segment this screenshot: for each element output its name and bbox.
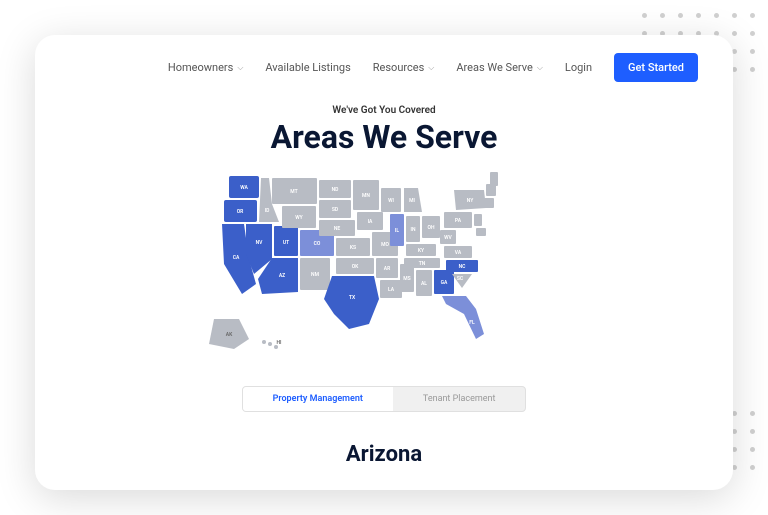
svg-text:MT: MT [290, 189, 297, 195]
svg-text:NY: NY [467, 198, 474, 204]
nav-label: Areas We Serve [456, 61, 532, 74]
svg-text:UT: UT [283, 240, 289, 246]
svg-text:OR: OR [237, 209, 244, 215]
service-tabs: Property Management Tenant Placement [35, 386, 733, 412]
svg-text:NC: NC [459, 264, 467, 270]
chevron-down-icon: ⌵ [237, 63, 243, 73]
svg-text:OH: OH [428, 225, 435, 231]
svg-text:CO: CO [314, 241, 321, 247]
nav-label: Available Listings [265, 61, 350, 74]
chevron-down-icon: ⌵ [537, 63, 543, 73]
svg-text:HI: HI [277, 340, 283, 346]
top-navigation: Homeowners ⌵ Available Listings Resource… [35, 35, 733, 100]
nav-homeowners[interactable]: Homeowners ⌵ [168, 61, 244, 74]
svg-text:MS: MS [403, 276, 410, 282]
svg-text:AR: AR [384, 266, 391, 272]
svg-text:SC: SC [457, 276, 464, 282]
us-map[interactable]: WA OR CA ID NV UT AZ MT WY CO NM ND SD N… [194, 164, 574, 374]
svg-text:ND: ND [332, 187, 340, 193]
svg-text:WV: WV [444, 235, 452, 241]
svg-text:WA: WA [240, 185, 248, 191]
nav-available-listings[interactable]: Available Listings [265, 61, 350, 74]
chevron-down-icon: ⌵ [428, 63, 434, 73]
svg-text:TX: TX [349, 295, 356, 301]
selected-state-title: Arizona [35, 442, 733, 467]
nav-resources[interactable]: Resources ⌵ [373, 61, 435, 74]
svg-text:TN: TN [419, 261, 426, 267]
svg-text:KS: KS [350, 245, 356, 251]
hero-content: We've Got You Covered Areas We Serve WA … [35, 100, 733, 472]
svg-text:MO: MO [381, 242, 389, 248]
svg-text:CA: CA [233, 255, 240, 261]
svg-text:IA: IA [368, 219, 373, 225]
svg-text:NV: NV [256, 240, 264, 246]
get-started-button[interactable]: Get Started [614, 53, 698, 82]
main-card: Homeowners ⌵ Available Listings Resource… [35, 35, 733, 490]
svg-text:LA: LA [388, 287, 395, 293]
svg-text:IL: IL [395, 228, 399, 234]
svg-text:WY: WY [295, 215, 303, 221]
svg-text:SD: SD [332, 207, 339, 213]
svg-text:PA: PA [455, 218, 462, 224]
svg-text:ID: ID [265, 208, 270, 214]
login-link[interactable]: Login [565, 61, 592, 74]
svg-text:IN: IN [411, 227, 416, 233]
svg-text:MI: MI [409, 198, 415, 204]
nav-label: Homeowners [168, 61, 233, 74]
nav-label: Resources [373, 61, 425, 74]
tab-property-management[interactable]: Property Management [243, 387, 393, 411]
svg-text:AZ: AZ [279, 273, 285, 279]
svg-text:VA: VA [455, 250, 462, 256]
svg-text:AL: AL [421, 281, 427, 287]
svg-text:GA: GA [441, 280, 448, 286]
svg-text:NE: NE [334, 226, 341, 232]
svg-text:AK: AK [226, 332, 233, 338]
nav-areas-we-serve[interactable]: Areas We Serve ⌵ [456, 61, 543, 74]
page-title: Areas We Serve [35, 118, 733, 156]
svg-text:NM: NM [311, 272, 320, 278]
svg-text:WI: WI [388, 198, 394, 204]
hero-subtitle: We've Got You Covered [35, 105, 733, 116]
svg-text:FL: FL [469, 320, 475, 326]
tab-tenant-placement[interactable]: Tenant Placement [393, 387, 526, 411]
tab-group: Property Management Tenant Placement [242, 386, 527, 412]
svg-text:KY: KY [418, 248, 425, 254]
svg-text:OK: OK [352, 264, 359, 270]
svg-text:MN: MN [362, 193, 370, 199]
